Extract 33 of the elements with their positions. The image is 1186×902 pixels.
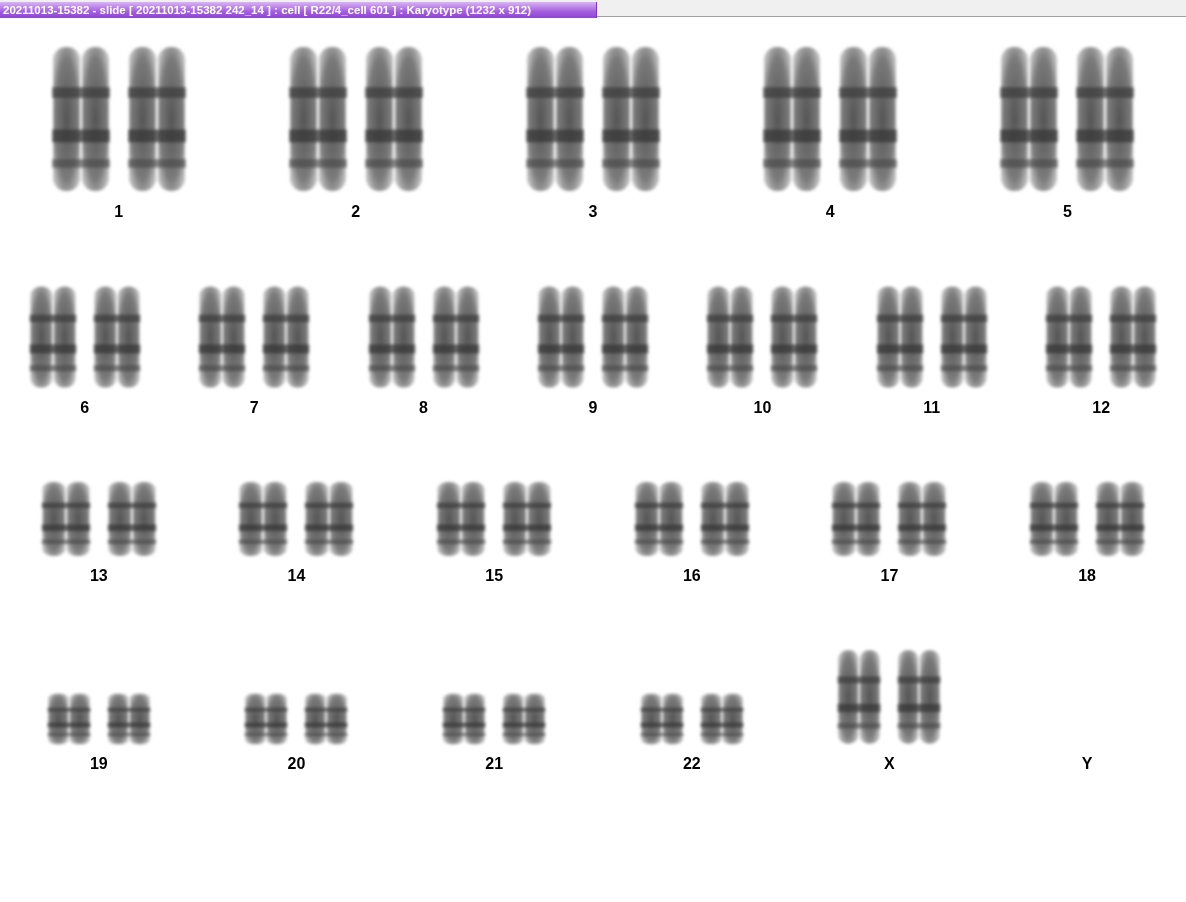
chromosome-drawing bbox=[105, 693, 152, 745]
chromosome-label: 13 bbox=[89, 567, 108, 585]
chromosome-label: Y bbox=[1081, 755, 1093, 773]
chromosome-label: 14 bbox=[287, 567, 306, 585]
chromosome-drawing bbox=[303, 693, 350, 745]
chromosome-drawing bbox=[441, 693, 488, 745]
chromosome-drawing bbox=[501, 693, 548, 745]
chromosome-label: 19 bbox=[89, 755, 108, 773]
chromosome-label: 2 bbox=[351, 203, 361, 221]
chromosome-label: 21 bbox=[485, 755, 504, 773]
chromosome-label: 12 bbox=[1092, 399, 1111, 417]
chromosome-label: 7 bbox=[249, 399, 259, 417]
chromosome-label: 18 bbox=[1078, 567, 1096, 585]
chromosome-label: 9 bbox=[588, 399, 598, 417]
chromosome-label: 22 bbox=[682, 755, 701, 773]
chromosome-label: 16 bbox=[682, 567, 701, 585]
chromosome-label: 20 bbox=[287, 755, 306, 773]
chromosome-label: 17 bbox=[880, 567, 899, 585]
window-title: 20211013-15382 - slide [ 20211013-15382 242_14 ] : cell [ R22/4_cell 601 ] : Karyotype (1232 x 912) bbox=[0, 2, 597, 18]
chromosome-label: 5 bbox=[1062, 203, 1072, 221]
chromosome-drawing bbox=[698, 693, 745, 745]
chromosome-label: 4 bbox=[825, 203, 835, 221]
chromosome-label: 3 bbox=[588, 203, 598, 221]
chromosome-label: 1 bbox=[114, 203, 124, 221]
chromosome-label: 11 bbox=[923, 399, 941, 417]
chromosome-drawing bbox=[45, 693, 92, 745]
chromosome-drawing bbox=[638, 693, 685, 745]
chromosome-label: 15 bbox=[485, 567, 504, 585]
chromosome-label: 8 bbox=[419, 399, 428, 417]
chromosome-label: 10 bbox=[753, 399, 772, 417]
chromosome-label: 6 bbox=[80, 399, 90, 417]
chromosome-label: X bbox=[884, 755, 895, 773]
chromosome-drawing bbox=[243, 693, 290, 745]
